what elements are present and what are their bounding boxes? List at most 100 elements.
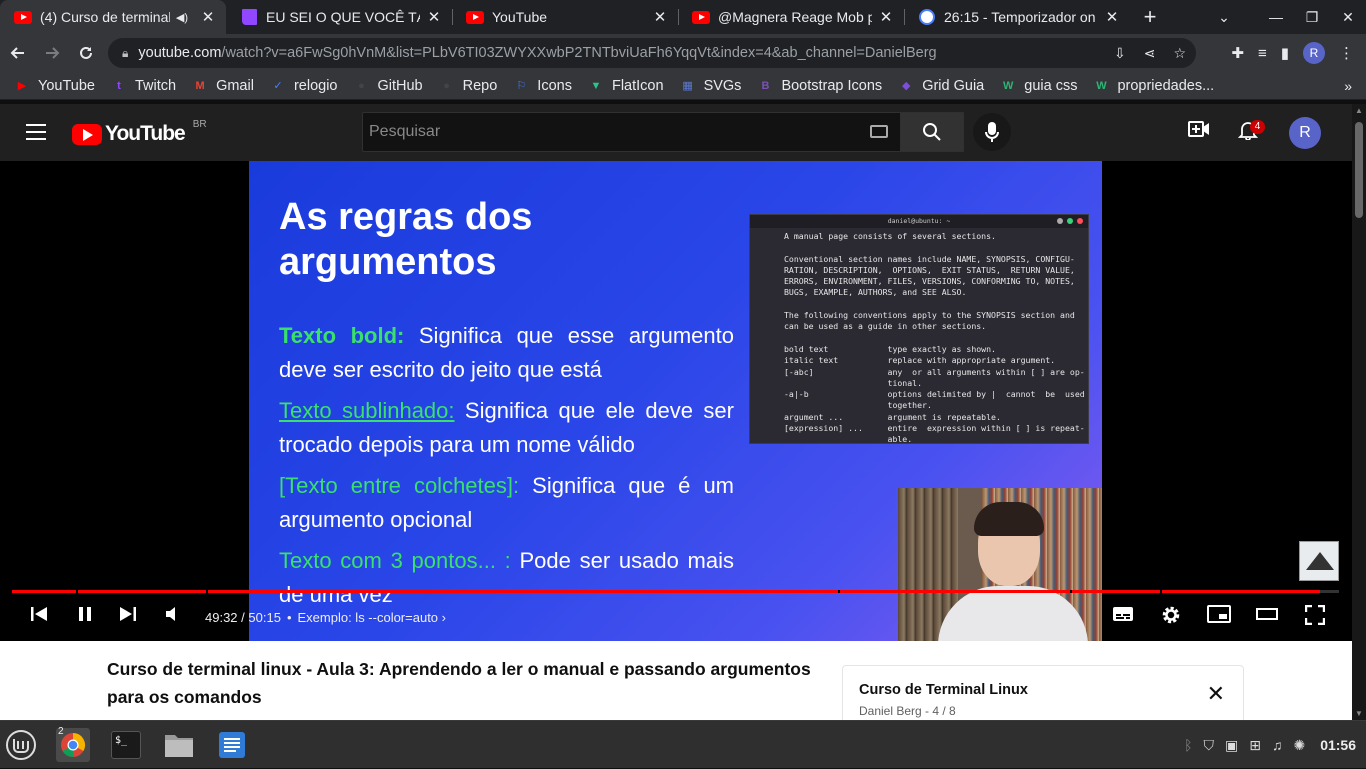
chapter-title[interactable]: Exemplo: ls --color=auto	[298, 610, 439, 625]
voice-search-button[interactable]	[973, 113, 1011, 151]
profile-avatar[interactable]: R	[1303, 42, 1325, 64]
files-taskbar-app[interactable]	[163, 729, 195, 761]
bookmark-star-icon[interactable]: ☆	[1173, 45, 1186, 62]
new-tab-button[interactable]: +	[1130, 0, 1170, 34]
bookmark-label: Gmail	[216, 77, 254, 94]
close-tab-icon[interactable]: ✕	[652, 8, 668, 26]
tab-audio-icon[interactable]: ◀)	[176, 11, 188, 24]
settings-gear-icon[interactable]	[1161, 605, 1181, 630]
playlist-panel: Curso de Terminal Linux Daniel Berg - 4 …	[842, 665, 1244, 725]
bookmark-item[interactable]: ● GitHub	[353, 78, 422, 94]
taskbar-clock[interactable]: 01:56	[1320, 737, 1356, 753]
terminal-line: ERRORS, ENVIRONMENT, FILES, VERSIONS, CO…	[784, 276, 1075, 287]
browser-tab[interactable]: (4) Curso de terminal ◀) ✕	[0, 0, 226, 34]
terminal-taskbar-app[interactable]: $_	[110, 729, 142, 761]
bookmark-favicon-icon: ▶	[17, 80, 27, 92]
bookmark-item[interactable]: t Twitch	[111, 78, 176, 94]
scroll-down-icon[interactable]: ▼	[1355, 709, 1363, 718]
channel-watermark-icon[interactable]	[1299, 541, 1339, 581]
address-bar[interactable]: 🔒︎ youtube.com/watch?v=a6FwSg0hVnM&list=…	[108, 38, 1196, 68]
media-controls-icon[interactable]: ≡	[1258, 45, 1267, 62]
side-panel-icon[interactable]: ▮	[1281, 44, 1289, 62]
volume-muted-icon[interactable]	[164, 605, 182, 628]
bookmark-favicon-icon: ◆	[901, 80, 911, 92]
mint-menu-icon[interactable]	[5, 729, 37, 761]
os-taskbar: 2 $_ ᛒ ⛉ ▣ ⊞ ♫ ✺ 01:56	[0, 720, 1366, 768]
music-note-icon[interactable]: ♫	[1272, 737, 1283, 753]
bookmark-favicon-icon: W	[1003, 79, 1014, 92]
playlist-title[interactable]: Curso de Terminal Linux	[859, 682, 1028, 698]
bookmarks-overflow-icon[interactable]: »	[1344, 78, 1352, 94]
terminal-line: -a|-b options delimited by | cannot be u…	[784, 389, 1085, 400]
reload-button[interactable]	[70, 37, 102, 69]
scrollbar-thumb[interactable]	[1355, 122, 1363, 218]
close-tab-icon[interactable]: ✕	[878, 8, 894, 26]
next-video-icon[interactable]	[119, 605, 137, 628]
network-icon[interactable]: ⊞	[1249, 737, 1261, 754]
close-tab-icon[interactable]: ✕	[200, 8, 216, 26]
minimize-button[interactable]: —	[1258, 9, 1294, 25]
keyboard-icon[interactable]	[870, 125, 888, 138]
video-player[interactable]: As regras dos argumentos Texto bold: Sig…	[0, 161, 1352, 641]
restore-button[interactable]: ❐	[1294, 9, 1330, 26]
close-window-button[interactable]: ✕	[1330, 9, 1366, 26]
previous-video-icon[interactable]	[30, 605, 48, 628]
create-video-icon[interactable]	[1188, 120, 1210, 144]
miniplayer-icon[interactable]	[1207, 605, 1231, 628]
fullscreen-icon[interactable]	[1304, 604, 1326, 630]
bookmark-item[interactable]: ✓ relogio	[270, 78, 337, 94]
terminal-titlebar: daniel@ubuntu: ~	[750, 215, 1088, 228]
browser-tab[interactable]: EU SEI O QUE VOCÊ TÁ F ✕	[226, 0, 452, 34]
bookmark-item[interactable]: B Bootstrap Icons	[757, 78, 882, 94]
bookmark-item[interactable]: ◆ Grid Guia	[898, 78, 984, 94]
bookmark-item[interactable]: ▶ YouTube	[14, 78, 95, 94]
brightness-icon[interactable]: ✺	[1293, 737, 1305, 754]
bookmark-item[interactable]: ⚐ Icons	[513, 78, 572, 94]
browser-tab[interactable]: YouTube ✕	[452, 0, 678, 34]
chrome-taskbar-app[interactable]: 2	[56, 726, 90, 762]
close-tab-icon[interactable]: ✕	[1104, 8, 1120, 26]
page-scrollbar[interactable]: ▲ ▼	[1352, 104, 1366, 720]
search-button[interactable]	[900, 112, 964, 152]
bookmark-label: Repo	[462, 77, 498, 94]
back-button[interactable]	[2, 37, 34, 69]
browser-tab[interactable]: @Magnera Reage Mob p ✕	[678, 0, 904, 34]
search-input[interactable]: Pesquisar	[362, 112, 901, 152]
share-icon[interactable]: ⋖	[1144, 45, 1156, 62]
guide-menu-icon[interactable]	[26, 124, 46, 140]
shield-icon[interactable]: ⛉	[1203, 737, 1214, 754]
pause-icon[interactable]	[76, 605, 94, 628]
browser-toolbar: 🔒︎ youtube.com/watch?v=a6FwSg0hVnM&list=…	[0, 34, 1366, 72]
chrome-menu-icon[interactable]: ⋮	[1339, 44, 1354, 62]
address-path: /watch?v=a6FwSg0hVnM&list=PLbV6TI03ZWYXX…	[221, 45, 937, 61]
terminal-icon: $_	[111, 731, 141, 759]
close-playlist-icon[interactable]: ✕	[1207, 683, 1225, 705]
bookmark-item[interactable]: ▼ FlatIcon	[588, 78, 664, 94]
close-tab-icon[interactable]: ✕	[426, 8, 442, 26]
subtitles-icon[interactable]	[1112, 605, 1134, 628]
account-avatar[interactable]: R	[1289, 117, 1321, 149]
tab-search-icon[interactable]: ⌄	[1206, 9, 1242, 26]
scroll-up-icon[interactable]: ▲	[1355, 106, 1363, 115]
text-editor-taskbar-app[interactable]	[216, 729, 248, 761]
bookmark-item[interactable]: M Gmail	[192, 77, 254, 94]
clipboard-icon[interactable]: ▣	[1225, 737, 1238, 754]
youtube-header: YouTube BR Pesquisar 4 R	[0, 104, 1352, 161]
theater-mode-icon[interactable]	[1256, 605, 1278, 628]
progress-bar[interactable]	[12, 590, 1339, 593]
forward-button[interactable]	[36, 37, 68, 69]
terminal-output: A manual page consists of several sectio…	[750, 228, 1088, 446]
bookmark-item[interactable]: ● Repo	[439, 77, 498, 94]
extensions-icon[interactable]: ✚	[1231, 44, 1244, 62]
bookmark-item[interactable]: Wguia css	[1000, 78, 1077, 94]
bookmark-item[interactable]: Wpropriedades...	[1093, 78, 1214, 94]
bluetooth-icon[interactable]: ᛒ	[1184, 737, 1192, 753]
lock-icon[interactable]: 🔒︎	[122, 46, 128, 61]
terminal-window: daniel@ubuntu: ~ A manual page consists …	[749, 214, 1089, 444]
bookmark-item[interactable]: ▦ SVGs	[680, 78, 741, 94]
browser-tab[interactable]: 26:15 - Temporizador on ✕	[904, 0, 1130, 34]
youtube-logo[interactable]: YouTube BR	[72, 119, 207, 146]
install-app-icon[interactable]: ⇩	[1114, 45, 1126, 62]
